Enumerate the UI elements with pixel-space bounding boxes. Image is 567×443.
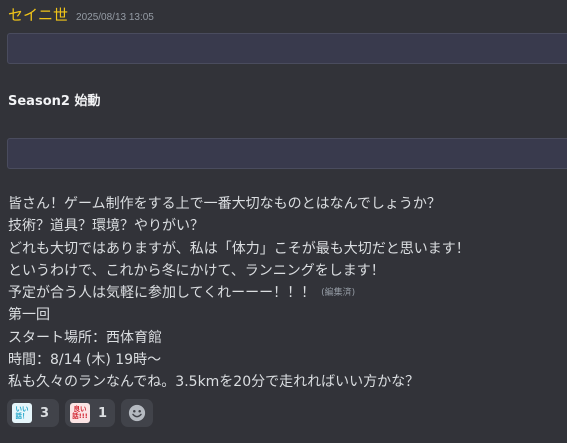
embed-bar-top [7,33,567,64]
reaction-count: 3 [40,405,50,421]
good-story-sticker-icon: いい 話！ [12,403,32,423]
message-line: どれも大切ではありますが、私は「体力」こそが最も大切だと思います！ [8,240,470,257]
message-body: 皆さん！ゲーム制作をする上で一番大切なものとはなんでしょうか？ 技術？道具？環境… [8,193,563,394]
message-line: 技術？道具？環境？やりがい？ [8,218,204,235]
message-line: スタート場所：西体育館 [8,329,162,346]
edited-label: (編集済) [321,288,356,299]
message-line: というわけで、これから冬にかけて、ランニングをします！ [8,262,385,279]
reaction-count: 1 [97,405,107,421]
message-line-edited: 予定が合う人は気軽に参加してくれーーー！！！ (編集済) [8,282,563,304]
message-line: 第一回 [8,307,50,324]
embed-bar-middle [7,138,567,169]
message-line: 皆さん！ゲーム制作をする上で一番大切なものとはなんでしょうか？ [8,196,441,212]
message-timestamp: 2025/08/13 13:05 [76,12,154,23]
sticker-text-bottom: 話!!! [72,412,88,420]
message-line: 私も久々のランなんでね。3.5kmを20分で走れればいい方かな？ [8,374,420,391]
message-line: 時間：8/14 (木) 19時～ [8,352,162,369]
reaction-bar: いい 話！ 3 良い 話!!! 1 [7,399,153,427]
add-reaction-button[interactable] [121,399,153,427]
reaction-good-story-red[interactable]: 良い 話!!! 1 [65,399,115,427]
chat-message: セイニ世 2025/08/13 13:05 Season2 始動 皆さん！ゲーム… [0,0,567,443]
smiley-add-reaction-icon [128,404,146,422]
message-header: セイニ世 2025/08/13 13:05 [8,4,154,26]
good-story-red-sticker-icon: 良い 話!!! [70,403,90,423]
reaction-good-story[interactable]: いい 話！ 3 [7,399,59,427]
message-line: 予定が合う人は気軽に参加してくれーーー！！！ [8,285,316,302]
sticker-text-bottom: 話！ [15,412,29,420]
message-heading: Season2 始動 [8,94,101,109]
author-name[interactable]: セイニ世 [8,4,68,25]
